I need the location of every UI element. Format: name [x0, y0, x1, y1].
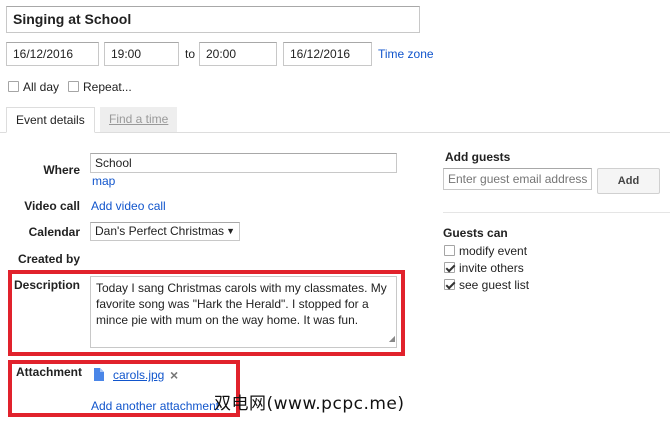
- where-input[interactable]: School: [90, 153, 397, 173]
- guest-email-input[interactable]: [443, 168, 592, 190]
- add-guest-button[interactable]: Add: [597, 168, 660, 194]
- all-day-checkbox[interactable]: [8, 81, 19, 92]
- add-guests-label: Add guests: [445, 150, 511, 164]
- created-by-label: Created by: [17, 252, 80, 266]
- attachment-label: Attachment: [16, 365, 83, 379]
- where-label: Where: [43, 163, 80, 177]
- event-title-input[interactable]: Singing at School: [6, 6, 420, 33]
- add-video-call-link[interactable]: Add video call: [91, 199, 166, 213]
- video-call-label: Video call: [24, 199, 80, 213]
- file-icon: [94, 368, 104, 381]
- tab-divider: [0, 132, 670, 133]
- guests-divider: [443, 212, 670, 213]
- description-textarea[interactable]: Today I sang Christmas carols with my cl…: [90, 276, 397, 348]
- attachment-file-link[interactable]: carols.jpg: [113, 368, 164, 382]
- invite-others-label: invite others: [459, 261, 524, 275]
- remove-attachment-icon[interactable]: ×: [170, 367, 178, 383]
- start-time-input[interactable]: 19:00: [104, 42, 179, 66]
- description-text: Today I sang Christmas carols with my cl…: [96, 281, 387, 327]
- tab-event-details[interactable]: Event details: [6, 107, 95, 133]
- modify-event-label: modify event: [459, 244, 528, 258]
- start-date-input[interactable]: 16/12/2016: [6, 42, 99, 66]
- description-label: Description: [14, 278, 81, 292]
- calendar-select[interactable]: Dan's Perfect Christmas ▼: [90, 222, 240, 241]
- end-time-input[interactable]: 20:00: [199, 42, 277, 66]
- see-guest-list-label: see guest list: [459, 278, 530, 292]
- add-another-attachment-link[interactable]: Add another attachment: [91, 399, 219, 413]
- time-zone-link[interactable]: Time zone: [378, 47, 434, 61]
- see-guest-list-checkbox[interactable]: [444, 279, 455, 290]
- tab-find-a-time[interactable]: Find a time: [100, 107, 178, 132]
- resize-handle-icon[interactable]: ◢: [389, 331, 395, 347]
- calendar-label: Calendar: [28, 225, 80, 239]
- invite-others-checkbox[interactable]: [444, 262, 455, 273]
- watermark-text: 双电网(www.pcpc.me): [214, 394, 405, 414]
- end-date-input[interactable]: 16/12/2016: [283, 42, 372, 66]
- map-link[interactable]: map: [92, 174, 115, 188]
- modify-event-checkbox[interactable]: [444, 245, 455, 256]
- guests-can-label: Guests can: [443, 226, 508, 240]
- repeat-checkbox[interactable]: [68, 81, 79, 92]
- all-day-label: All day: [23, 80, 60, 94]
- to-label: to: [185, 47, 196, 61]
- repeat-label: Repeat...: [83, 80, 132, 94]
- calendar-selected-value: Dan's Perfect Christmas: [95, 224, 224, 238]
- dropdown-arrow-icon: ▼: [226, 226, 235, 236]
